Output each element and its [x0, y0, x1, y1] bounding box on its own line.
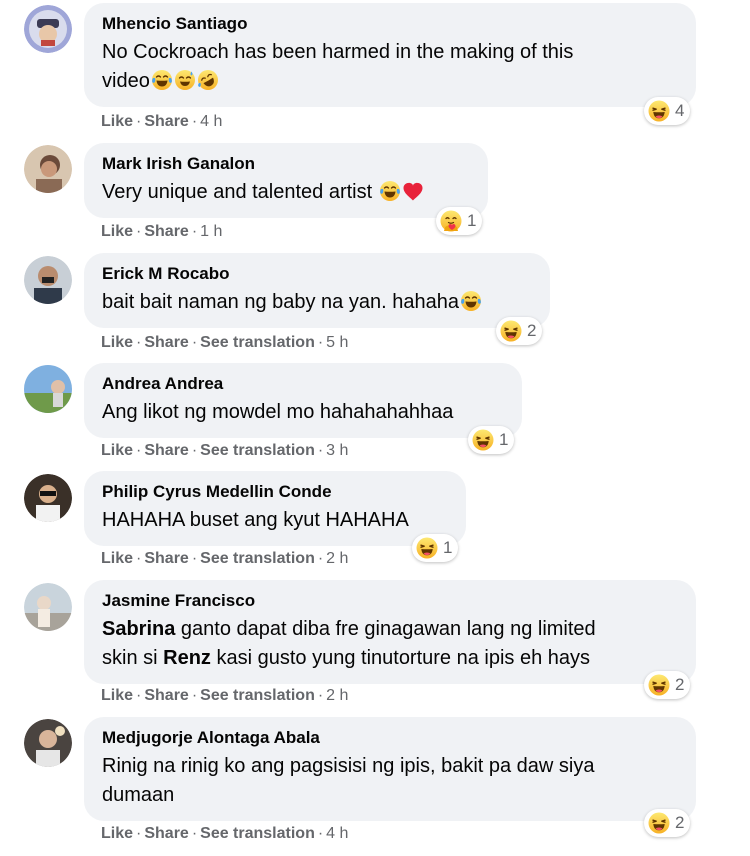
see-translation-link[interactable]: See translation	[200, 550, 315, 567]
haha-reaction-icon	[648, 674, 670, 696]
comment-bubble: Jasmine Francisco Sabrina ganto dapat di…	[84, 580, 696, 684]
avatar[interactable]	[24, 256, 72, 304]
reaction-count: 1	[467, 211, 477, 230]
comment-text: Ang likot ng mowdel mo hahahahahhaa	[102, 401, 454, 423]
avatar[interactable]	[24, 145, 72, 193]
haha-reaction-icon	[472, 429, 494, 451]
reaction-count-badge[interactable]: 2	[496, 317, 543, 345]
reaction-count: 2	[527, 321, 537, 340]
reaction-count: 2	[675, 675, 685, 694]
tears-of-joy-emoji	[460, 290, 482, 312]
comment-author[interactable]: Mhencio Santiago	[102, 13, 678, 35]
comment-actions: Like · Share · See translation · 3 h	[101, 442, 349, 459]
comment-text: No Cockroach has been harmed in the maki…	[102, 41, 574, 92]
reaction-count-badge[interactable]: 1	[412, 534, 459, 562]
comment-text: HAHAHA buset ang kyut HAHAHA	[102, 509, 409, 531]
comment-author[interactable]: Medjugorje Alontaga Abala	[102, 727, 678, 749]
share-link[interactable]: Share	[144, 442, 188, 459]
like-link[interactable]: Like	[101, 223, 133, 240]
like-link[interactable]: Like	[101, 334, 133, 351]
share-link[interactable]: Share	[144, 550, 188, 567]
haha-reaction-icon	[648, 100, 670, 122]
avatar[interactable]	[24, 583, 72, 631]
like-link[interactable]: Like	[101, 687, 133, 704]
mention-link[interactable]: Sabrina	[102, 618, 175, 640]
avatar[interactable]	[24, 719, 72, 767]
comment-author[interactable]: Mark Irish Ganalon	[102, 153, 470, 175]
comment-text: Rinig na rinig ko ang pagsisisi ng ipis,…	[102, 755, 595, 806]
timestamp[interactable]: 4 h	[200, 113, 222, 130]
comment-actions: Like · Share · 4 h	[101, 113, 223, 130]
comment-author[interactable]: Philip Cyrus Medellin Conde	[102, 481, 448, 503]
timestamp[interactable]: 1 h	[200, 223, 222, 240]
haha-reaction-icon	[500, 320, 522, 342]
tears-of-joy-emoji	[379, 180, 401, 202]
haha-reaction-icon	[416, 537, 438, 559]
comment-actions: Like · Share · See translation · 5 h	[101, 334, 349, 351]
share-link[interactable]: Share	[144, 113, 188, 130]
see-translation-link[interactable]: See translation	[200, 442, 315, 459]
reaction-count: 1	[443, 538, 453, 557]
avatar[interactable]	[24, 365, 72, 413]
comment-author[interactable]: Jasmine Francisco	[102, 590, 678, 612]
see-translation-link[interactable]: See translation	[200, 825, 315, 842]
see-translation-link[interactable]: See translation	[200, 334, 315, 351]
reaction-count-badge[interactable]: 1	[436, 207, 483, 235]
comment-bubble: Mark Irish Ganalon Very unique and talen…	[84, 143, 488, 218]
reaction-count-badge[interactable]: 2	[644, 809, 691, 837]
like-link[interactable]: Like	[101, 113, 133, 130]
comment-actions: Like · Share · See translation · 2 h	[101, 687, 349, 704]
avatar[interactable]	[24, 5, 72, 53]
comment-actions: Like · Share · See translation · 4 h	[101, 825, 349, 842]
care-reaction-icon	[440, 210, 462, 232]
share-link[interactable]: Share	[144, 334, 188, 351]
comment-author[interactable]: Andrea Andrea	[102, 373, 504, 395]
haha-reaction-icon	[648, 812, 670, 834]
timestamp[interactable]: 5 h	[326, 334, 348, 351]
like-link[interactable]: Like	[101, 825, 133, 842]
reaction-count-badge[interactable]: 4	[644, 97, 691, 125]
comment-bubble: Erick M Rocabo bait bait naman ng baby n…	[84, 253, 550, 328]
share-link[interactable]: Share	[144, 223, 188, 240]
share-link[interactable]: Share	[144, 687, 188, 704]
reaction-count: 2	[675, 813, 685, 832]
comment-text: Very unique and talented artist	[102, 178, 470, 207]
comment-bubble: Medjugorje Alontaga Abala Rinig na rinig…	[84, 717, 696, 821]
like-link[interactable]: Like	[101, 442, 133, 459]
comment-author[interactable]: Erick M Rocabo	[102, 263, 532, 285]
reaction-count-badge[interactable]: 2	[644, 671, 691, 699]
comment-text: Sabrina ganto dapat diba fre ginagawan l…	[102, 618, 596, 669]
comment-actions: Like · Share · 1 h	[101, 223, 223, 240]
tears-of-joy-emoji	[151, 69, 173, 91]
comment-bubble: Philip Cyrus Medellin Conde HAHAHA buset…	[84, 471, 466, 546]
timestamp[interactable]: 3 h	[326, 442, 348, 459]
comment-bubble: Andrea Andrea Ang likot ng mowdel mo hah…	[84, 363, 522, 438]
timestamp[interactable]: 2 h	[326, 687, 348, 704]
rolling-laughing-emoji	[197, 69, 219, 91]
avatar[interactable]	[24, 474, 72, 522]
reaction-count: 4	[675, 101, 685, 120]
comment-actions: Like · Share · See translation · 2 h	[101, 550, 349, 567]
grinning-sweat-emoji	[174, 69, 196, 91]
timestamp[interactable]: 4 h	[326, 825, 348, 842]
comment-bubble: Mhencio Santiago No Cockroach has been h…	[84, 3, 696, 107]
share-link[interactable]: Share	[144, 825, 188, 842]
see-translation-link[interactable]: See translation	[200, 687, 315, 704]
mention-link[interactable]: Renz	[163, 647, 211, 669]
like-link[interactable]: Like	[101, 550, 133, 567]
red-heart-emoji	[402, 180, 424, 202]
reaction-count-badge[interactable]: 1	[468, 426, 515, 454]
timestamp[interactable]: 2 h	[326, 550, 348, 567]
comment-text: bait bait naman ng baby na yan. hahaha	[102, 288, 532, 317]
reaction-count: 1	[499, 430, 509, 449]
